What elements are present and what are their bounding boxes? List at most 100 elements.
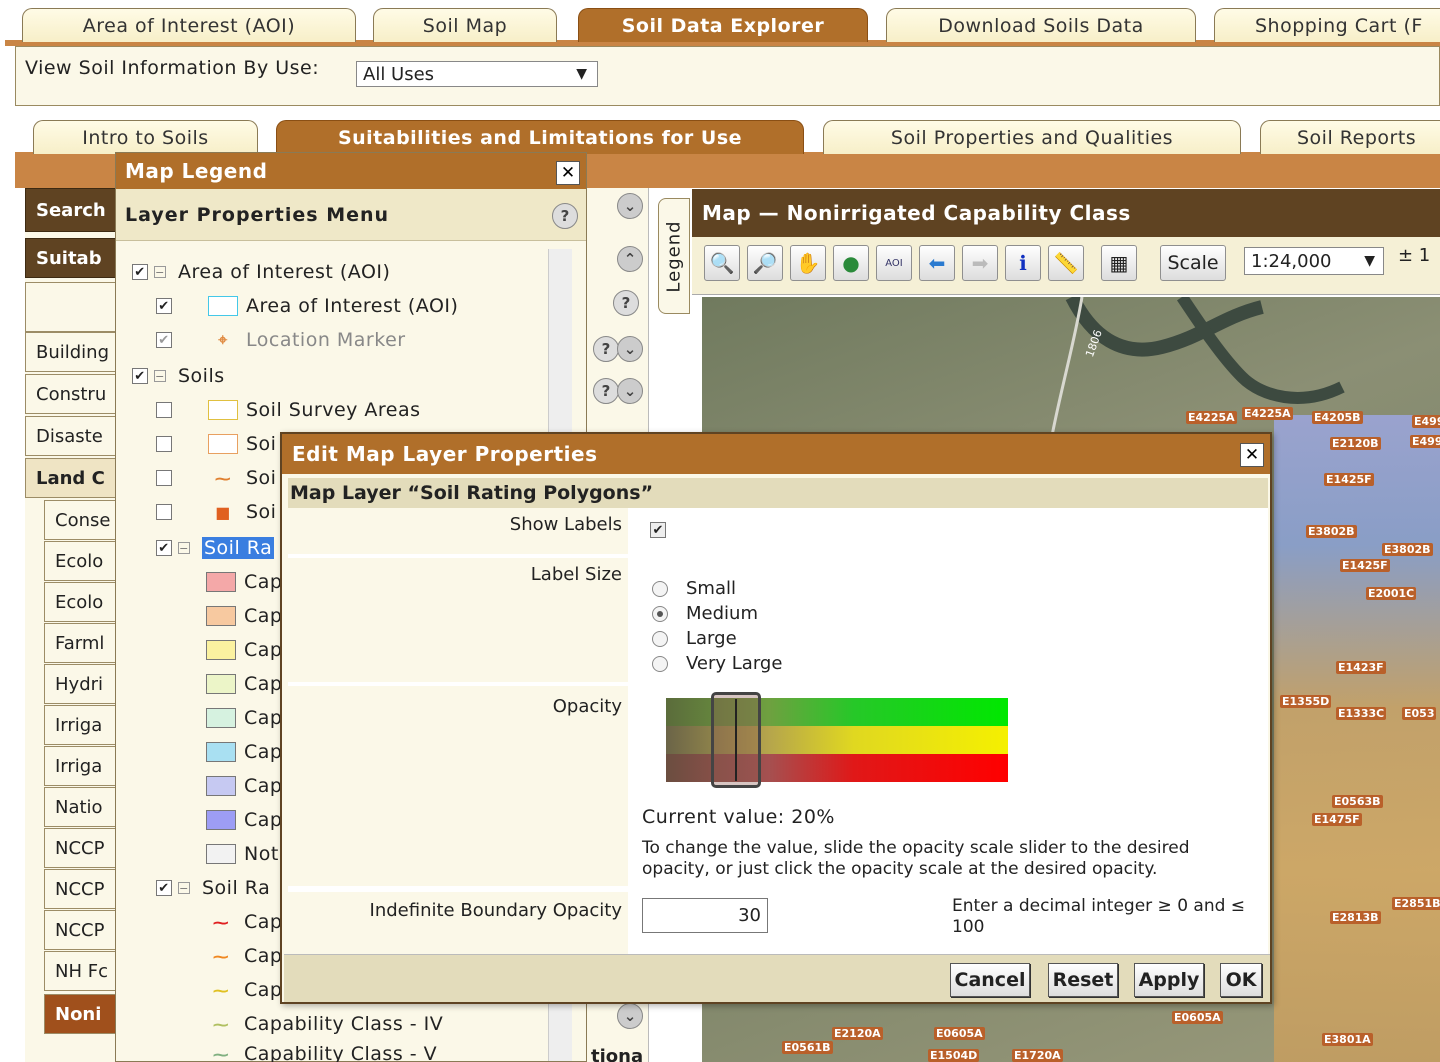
collapse-icon[interactable]: − bbox=[154, 370, 166, 382]
map-title-bar: Map — Nonirrigated Capability Class bbox=[692, 189, 1440, 237]
layer-soil-item[interactable]: ■ Soi bbox=[156, 501, 276, 523]
tab-soil-properties[interactable]: Soil Properties and Qualities bbox=[823, 120, 1241, 154]
apply-button[interactable]: Apply bbox=[1134, 963, 1204, 997]
checkbox-unchecked[interactable] bbox=[156, 470, 172, 486]
tab-suitabilities-limitations[interactable]: Suitabilities and Limitations for Use bbox=[276, 120, 804, 154]
accordion-subitem[interactable]: Irriga bbox=[44, 705, 120, 745]
accordion-subitem[interactable]: Hydri bbox=[44, 664, 120, 704]
radio-button[interactable] bbox=[652, 630, 668, 647]
view-by-use-select[interactable]: All Uses ▼ bbox=[356, 61, 598, 87]
accordion-subitem[interactable]: NCCP bbox=[44, 869, 120, 909]
scale-select[interactable]: 1:24,000 ▼ bbox=[1244, 247, 1384, 275]
tab-aoi[interactable]: Area of Interest (AOI) bbox=[22, 8, 356, 42]
opacity-slider-handle[interactable] bbox=[711, 692, 762, 788]
tab-soil-reports[interactable]: Soil Reports bbox=[1260, 120, 1440, 154]
radio-button-selected[interactable] bbox=[652, 605, 668, 622]
accordion-subitem[interactable]: Conse bbox=[44, 500, 120, 540]
radio-small[interactable]: Small bbox=[652, 578, 736, 599]
tab-soil-data-explorer[interactable]: Soil Data Explorer bbox=[578, 8, 868, 42]
checkbox-unchecked[interactable] bbox=[156, 402, 172, 418]
checkbox-unchecked[interactable] bbox=[156, 504, 172, 520]
accordion-subitem[interactable]: Farml bbox=[44, 623, 120, 663]
chevron-down-icon[interactable]: ⌄ bbox=[617, 378, 643, 404]
layers-icon[interactable]: ▦ bbox=[1101, 245, 1137, 281]
layer-soil-survey-areas[interactable]: Soil Survey Areas bbox=[156, 399, 421, 421]
chevron-down-icon[interactable]: ⌄ bbox=[617, 1003, 643, 1029]
accordion-subitem[interactable]: Natio bbox=[44, 787, 120, 827]
help-icon[interactable]: ? bbox=[552, 203, 578, 229]
zoom-to-aoi-icon[interactable]: AOI bbox=[876, 245, 912, 281]
legend-class-row: Cap bbox=[206, 707, 282, 729]
accordion-subitem[interactable]: NCCP bbox=[44, 828, 120, 868]
layer-group-aoi[interactable]: ✔ − Area of Interest (AOI) bbox=[132, 261, 390, 283]
forward-arrow-icon[interactable]: ➡ bbox=[962, 245, 998, 281]
accordion-item-disaster[interactable]: Disaste bbox=[25, 416, 120, 456]
checkbox-checked[interactable]: ✔ bbox=[132, 264, 148, 280]
help-icon[interactable]: ? bbox=[613, 290, 639, 316]
layer-group-soil-rating[interactable]: ✔ − Soil Ra bbox=[156, 537, 275, 559]
accordion-subitem[interactable]: Ecolo bbox=[44, 541, 120, 581]
accordion-subitem[interactable]: Irriga bbox=[44, 746, 120, 786]
layer-location-marker[interactable]: ✔ ⌖ Location Marker bbox=[156, 329, 406, 351]
radio-medium[interactable]: Medium bbox=[652, 603, 758, 624]
measure-ruler-icon[interactable]: 📏 bbox=[1048, 245, 1084, 281]
checkbox-checked[interactable]: ✔ bbox=[156, 298, 172, 314]
full-extent-globe-icon[interactable]: ● bbox=[833, 245, 869, 281]
layer-label: Soil Ra bbox=[202, 877, 271, 899]
map-label: E053 bbox=[1402, 707, 1437, 720]
checkbox-checked[interactable]: ✔ bbox=[156, 540, 172, 556]
tab-intro-to-soils[interactable]: Intro to Soils bbox=[33, 120, 258, 154]
tab-download-soils-data[interactable]: Download Soils Data bbox=[886, 8, 1196, 42]
radio-very-large[interactable]: Very Large bbox=[652, 653, 782, 674]
accordion-item-construction[interactable]: Constru bbox=[25, 374, 120, 414]
checkbox-checked-disabled[interactable]: ✔ bbox=[156, 332, 172, 348]
checkbox-unchecked[interactable] bbox=[156, 436, 172, 452]
accordion-item-land[interactable]: Land C bbox=[25, 458, 120, 498]
accordion-item-building[interactable]: Building bbox=[25, 332, 120, 372]
chevron-down-icon[interactable]: ⌄ bbox=[617, 336, 643, 362]
layer-properties-menu[interactable]: Layer Properties Menu bbox=[116, 189, 586, 241]
pan-hand-icon[interactable]: ✋ bbox=[790, 245, 826, 281]
close-icon[interactable]: ✕ bbox=[556, 161, 580, 185]
radio-button[interactable] bbox=[652, 655, 668, 672]
layer-group-soils[interactable]: ✔ − Soils bbox=[132, 365, 225, 387]
zoom-out-icon[interactable]: 🔎 bbox=[747, 245, 783, 281]
ok-button[interactable]: OK bbox=[1220, 963, 1262, 997]
help-icon[interactable]: ? bbox=[593, 336, 619, 362]
show-labels-checkbox[interactable]: ✔ bbox=[650, 522, 666, 538]
tab-shopping-cart[interactable]: Shopping Cart (F bbox=[1214, 8, 1440, 42]
legend-vertical-tab[interactable]: Legend bbox=[658, 198, 690, 314]
collapse-icon[interactable]: − bbox=[178, 542, 190, 554]
radio-button[interactable] bbox=[652, 580, 668, 597]
radio-large[interactable]: Large bbox=[652, 628, 737, 649]
accordion-subitem-selected[interactable]: Noni bbox=[44, 994, 120, 1034]
search-section-header[interactable]: Search bbox=[25, 188, 120, 232]
layer-soil-item[interactable]: Soi bbox=[156, 433, 276, 455]
layer-aoi[interactable]: ✔ Area of Interest (AOI) bbox=[156, 295, 458, 317]
dialog-footer: Cancel Reset Apply OK bbox=[284, 954, 1270, 1002]
collapse-icon[interactable]: − bbox=[154, 266, 166, 278]
checkbox-checked[interactable]: ✔ bbox=[132, 368, 148, 384]
accordion-subitem[interactable]: NH Fc bbox=[44, 951, 120, 991]
layer-group-soil-rating-lines[interactable]: ✔ − Soil Ra bbox=[156, 877, 270, 899]
tab-soil-map[interactable]: Soil Map bbox=[373, 8, 557, 42]
accordion-subitem[interactable]: NCCP bbox=[44, 910, 120, 950]
chevron-up-icon[interactable]: ⌃ bbox=[617, 246, 643, 272]
zoom-in-icon[interactable]: 🔍 bbox=[704, 245, 740, 281]
scale-button[interactable]: Scale bbox=[1160, 245, 1226, 281]
close-icon[interactable]: ✕ bbox=[1240, 443, 1264, 467]
cancel-button[interactable]: Cancel bbox=[950, 963, 1030, 997]
line-swatch-icon: ⁓ bbox=[214, 468, 232, 488]
accordion-subitem[interactable]: Ecolo bbox=[44, 582, 120, 622]
collapse-icon[interactable]: − bbox=[178, 882, 190, 894]
help-icon[interactable]: ? bbox=[593, 378, 619, 404]
checkbox-checked[interactable]: ✔ bbox=[156, 880, 172, 896]
chevron-down-icon[interactable]: ⌄ bbox=[617, 193, 643, 219]
suitability-section-header[interactable]: Suitab bbox=[25, 238, 120, 278]
boundary-opacity-input[interactable]: 30 bbox=[642, 898, 768, 933]
label-size-label: Label Size bbox=[530, 564, 622, 585]
identify-info-icon[interactable]: ℹ bbox=[1005, 245, 1041, 281]
reset-button[interactable]: Reset bbox=[1048, 963, 1118, 997]
back-arrow-icon[interactable]: ⬅ bbox=[919, 245, 955, 281]
layer-soil-item[interactable]: ⁓ Soi bbox=[156, 467, 276, 489]
